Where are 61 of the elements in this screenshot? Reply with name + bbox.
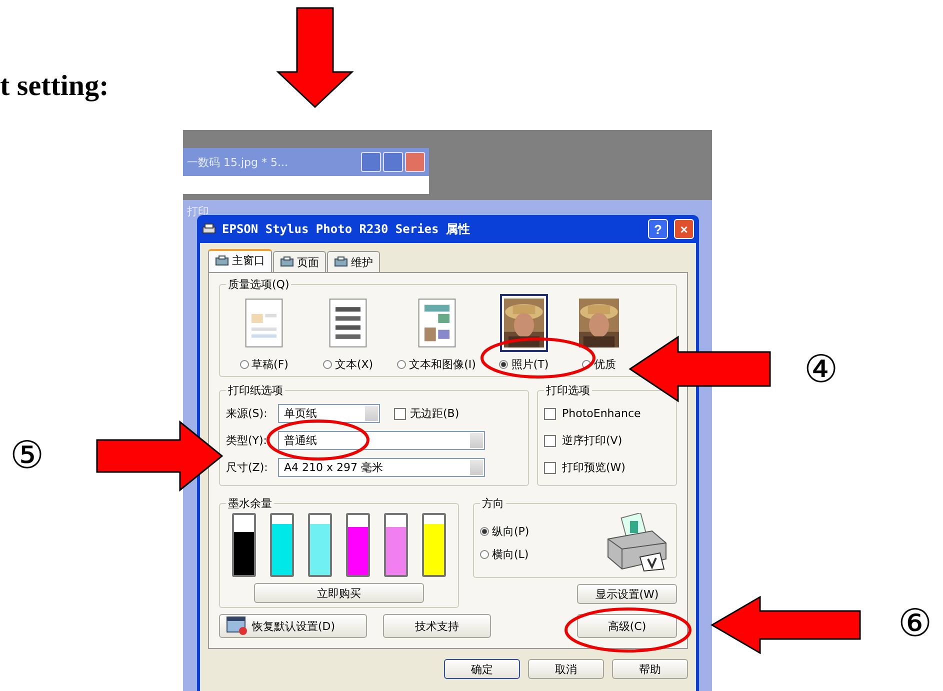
- close-button[interactable]: ×: [674, 219, 694, 239]
- option-label: 文本和图像(I): [409, 357, 476, 372]
- restore-icon: [226, 616, 248, 636]
- group-title: 打印纸选项: [227, 383, 284, 398]
- radio-button[interactable]: [499, 360, 508, 369]
- option-label: 文本(X): [334, 357, 374, 372]
- radio-button[interactable]: [397, 360, 406, 369]
- checkbox[interactable]: [544, 462, 556, 474]
- restore-defaults-button[interactable]: 恢复默认设置(D): [219, 614, 367, 638]
- tab[interactable]: 维护: [327, 251, 380, 272]
- step-number: ⑥: [898, 604, 932, 642]
- radio-button[interactable]: [240, 360, 249, 369]
- checkbox-label: 逆序打印(V): [562, 433, 622, 448]
- option-label: 草稿(F): [252, 357, 288, 372]
- step-number: ⑤: [10, 436, 44, 474]
- close-button[interactable]: [405, 152, 425, 172]
- dialog-button[interactable]: 确定: [444, 659, 520, 679]
- tab-icon: [280, 256, 294, 268]
- group-title: 质量选项(Q): [227, 277, 290, 292]
- radio-button[interactable]: [480, 550, 489, 559]
- dialog-button[interactable]: 帮助: [612, 659, 688, 679]
- checkbox-label: PhotoEnhance: [562, 407, 641, 420]
- tab[interactable]: 主窗口: [208, 249, 272, 272]
- step-number: ④: [804, 350, 838, 388]
- option-label: 优质: [594, 357, 616, 372]
- radio-button[interactable]: [480, 527, 489, 536]
- checkbox[interactable]: [544, 408, 556, 420]
- window-title: 一数码 15.jpg * 5...: [187, 154, 288, 170]
- heading: t setting:: [0, 70, 109, 103]
- show-settings-button[interactable]: 显示设置(W): [577, 584, 677, 604]
- dropdown[interactable]: 单页纸: [278, 404, 380, 423]
- document-icon: [244, 298, 284, 348]
- checkbox[interactable]: [544, 434, 556, 446]
- group-title: 方向: [481, 496, 505, 511]
- option-label: 照片(T): [511, 357, 549, 372]
- group-title: 墨水余量: [227, 496, 273, 511]
- option-label: 纵向(P): [492, 524, 530, 539]
- document-icon: [328, 298, 368, 348]
- dialog-button[interactable]: 取消: [528, 659, 604, 679]
- checkbox-label: 打印预览(W): [562, 460, 626, 475]
- dropdown[interactable]: A4 210 x 297 毫米: [278, 458, 485, 477]
- dropdown[interactable]: 普通纸: [278, 431, 485, 450]
- field-label: 尺寸(Z):: [226, 460, 269, 475]
- option-label: 横向(L): [492, 547, 529, 562]
- printer-icon: [202, 223, 216, 235]
- advanced-button[interactable]: 高级(C): [577, 614, 677, 638]
- checkbox-label: 无边距(B): [410, 406, 460, 421]
- window-title: 打印: [187, 205, 209, 218]
- help-button[interactable]: ?: [648, 219, 668, 239]
- tab-icon: [215, 254, 229, 266]
- buy-button[interactable]: 立即购买: [254, 583, 424, 603]
- document-icon: [416, 298, 456, 348]
- group-title: 打印选项: [545, 383, 591, 398]
- window-title: EPSON Stylus Photo R230 Series 属性: [222, 220, 471, 238]
- checkbox[interactable]: [394, 408, 406, 420]
- field-label: 来源(S):: [226, 406, 268, 421]
- field-label: 类型(Y):: [226, 433, 268, 448]
- radio-button[interactable]: [322, 360, 332, 369]
- tab-icon: [334, 256, 348, 268]
- support-button[interactable]: 技术支持: [383, 614, 491, 638]
- tab[interactable]: 页面: [273, 251, 326, 272]
